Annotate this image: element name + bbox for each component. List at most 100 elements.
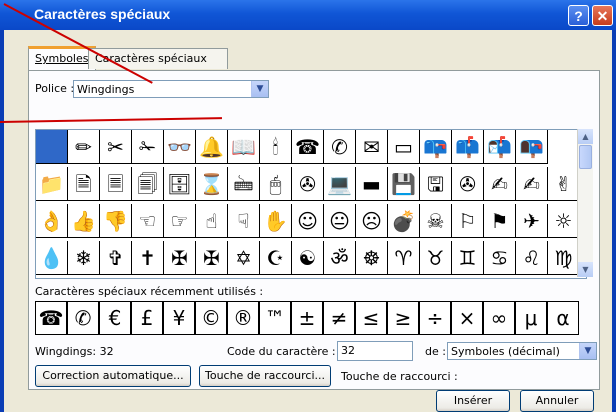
- symbol-cell[interactable]: 🗎: [68, 167, 100, 201]
- symbol-cell[interactable]: 🗐: [132, 167, 164, 201]
- symbol-cell[interactable]: 👓: [164, 130, 196, 164]
- recent-symbol-cell[interactable]: ÷: [419, 301, 451, 335]
- insert-button[interactable]: Insérer: [436, 390, 510, 412]
- recent-symbol-cell[interactable]: ±: [291, 301, 323, 335]
- recent-symbol-cell[interactable]: ✆: [67, 301, 99, 335]
- symbol-cell[interactable]: ☼: [548, 204, 580, 238]
- scroll-down-icon[interactable]: ▼: [578, 262, 593, 277]
- symbol-cell[interactable]: ॐ: [324, 241, 356, 275]
- recent-symbol-cell[interactable]: α: [547, 301, 579, 335]
- symbol-cell[interactable]: 📖: [228, 130, 260, 164]
- symbol-cell[interactable]: ✁: [132, 130, 164, 164]
- symbol-cell[interactable]: ♋: [484, 241, 516, 275]
- symbol-cell[interactable]: ♉: [420, 241, 452, 275]
- symbol-cell[interactable]: ✇: [292, 167, 324, 201]
- symbol-cell[interactable]: ⚐: [452, 204, 484, 238]
- symbol-cell[interactable]: ♍: [548, 241, 580, 275]
- symbol-cell[interactable]: ☜: [132, 204, 164, 238]
- recent-symbol-cell[interactable]: ≠: [323, 301, 355, 335]
- scroll-thumb[interactable]: [579, 145, 592, 169]
- symbol-cell[interactable]: ✠: [164, 241, 196, 275]
- symbol-cell[interactable]: ✈: [516, 204, 548, 238]
- symbol-cell[interactable]: ☟: [228, 204, 260, 238]
- symbol-cell[interactable]: ☝: [196, 204, 228, 238]
- symbol-cell[interactable]: ☎: [292, 130, 324, 164]
- symbol-cell[interactable]: 🗄: [164, 167, 196, 201]
- symbol-cell[interactable]: ✌: [548, 167, 580, 201]
- symbol-cell[interactable]: ✇: [452, 167, 484, 201]
- symbol-cell[interactable]: [36, 130, 68, 164]
- recent-symbol-cell[interactable]: ™: [259, 301, 291, 335]
- shortcut-key-button[interactable]: Touche de raccourci...: [199, 365, 331, 387]
- recent-symbol-cell[interactable]: ☎: [35, 301, 67, 335]
- symbol-cell[interactable]: ▭: [388, 130, 420, 164]
- symbol-cell[interactable]: ✉: [356, 130, 388, 164]
- symbol-cell[interactable]: ♊: [452, 241, 484, 275]
- symbol-cell[interactable]: 📫: [452, 130, 484, 164]
- symbol-cell[interactable]: ❄: [68, 241, 100, 275]
- symbol-cell[interactable]: 👌: [36, 204, 68, 238]
- symbol-cell[interactable]: ✡: [228, 241, 260, 275]
- symbol-cell[interactable]: 💻: [324, 167, 356, 201]
- chevron-down-icon[interactable]: ▼: [579, 343, 596, 359]
- symbol-cell[interactable]: 💣: [388, 204, 420, 238]
- recent-symbol-cell[interactable]: €: [99, 301, 131, 335]
- font-select[interactable]: Wingdings ▼: [73, 80, 269, 98]
- symbol-cell[interactable]: ☞: [164, 204, 196, 238]
- symbol-cell[interactable]: ☯: [292, 241, 324, 275]
- symbol-cell[interactable]: ✠: [196, 241, 228, 275]
- symbol-cell[interactable]: 💾: [388, 167, 420, 201]
- recent-symbol-cell[interactable]: μ: [515, 301, 547, 335]
- symbol-cell[interactable]: ✍: [484, 167, 516, 201]
- symbol-cell[interactable]: ⌛: [196, 167, 228, 201]
- symbol-cell[interactable]: 📁: [36, 167, 68, 201]
- symbol-cell[interactable]: 🔔: [196, 130, 228, 164]
- recent-symbol-cell[interactable]: ¥: [163, 301, 195, 335]
- symbol-cell[interactable]: ☺: [292, 204, 324, 238]
- symbol-cell[interactable]: ✆: [324, 130, 356, 164]
- recent-symbol-cell[interactable]: ×: [451, 301, 483, 335]
- recent-symbol-cell[interactable]: ≥: [387, 301, 419, 335]
- symbol-cell[interactable]: ☪: [260, 241, 292, 275]
- symbol-cell[interactable]: ☠: [420, 204, 452, 238]
- symbol-cell[interactable]: ✞: [100, 241, 132, 275]
- symbol-cell[interactable]: ▬: [356, 167, 388, 201]
- symbol-cell[interactable]: ⚑: [484, 204, 516, 238]
- symbol-cell[interactable]: 🖫: [420, 167, 452, 201]
- symbol-cell[interactable]: ✏: [68, 130, 100, 164]
- symbol-cell[interactable]: 📭: [516, 130, 548, 164]
- title-bar[interactable]: Caractères spéciaux ? ✕: [0, 0, 616, 30]
- autocorrect-button[interactable]: Correction automatique...: [35, 365, 191, 387]
- symbol-cell[interactable]: ✍: [516, 167, 548, 201]
- cancel-button[interactable]: Annuler: [520, 390, 594, 412]
- symbol-cell[interactable]: 😐: [324, 204, 356, 238]
- from-select[interactable]: Symboles (décimal) ▼: [447, 342, 597, 360]
- symbol-cell[interactable]: 🕯: [260, 130, 292, 164]
- symbol-cell[interactable]: ☹: [356, 204, 388, 238]
- symbol-grid-scrollbar[interactable]: ▲ ▼: [577, 129, 593, 277]
- symbol-cell[interactable]: 🗏: [100, 167, 132, 201]
- chevron-down-icon[interactable]: ▼: [251, 81, 268, 97]
- symbol-cell[interactable]: 📬: [484, 130, 516, 164]
- symbol-cell[interactable]: 👍: [68, 204, 100, 238]
- symbol-cell[interactable]: ✂: [100, 130, 132, 164]
- symbol-cell[interactable]: ♈: [388, 241, 420, 275]
- tab-symboles[interactable]: Symboles: [28, 46, 96, 72]
- scroll-up-icon[interactable]: ▲: [578, 129, 593, 144]
- recent-symbol-cell[interactable]: ®: [227, 301, 259, 335]
- symbol-cell[interactable]: 🖮: [228, 167, 260, 201]
- recent-symbol-cell[interactable]: ∞: [483, 301, 515, 335]
- symbol-cell[interactable]: 📪: [420, 130, 452, 164]
- symbol-cell[interactable]: ✝: [132, 241, 164, 275]
- symbol-cell[interactable]: ☸: [356, 241, 388, 275]
- help-button[interactable]: ?: [568, 5, 589, 26]
- recent-symbol-cell[interactable]: ©: [195, 301, 227, 335]
- symbol-cell[interactable]: ✋: [260, 204, 292, 238]
- code-input[interactable]: 32: [337, 341, 413, 361]
- symbol-cell[interactable]: ♌: [516, 241, 548, 275]
- symbol-cell[interactable]: 👎: [100, 204, 132, 238]
- recent-symbol-cell[interactable]: £: [131, 301, 163, 335]
- symbol-cell[interactable]: 🖱: [260, 167, 292, 201]
- close-button[interactable]: ✕: [592, 5, 613, 26]
- symbol-cell[interactable]: 💧: [36, 241, 68, 275]
